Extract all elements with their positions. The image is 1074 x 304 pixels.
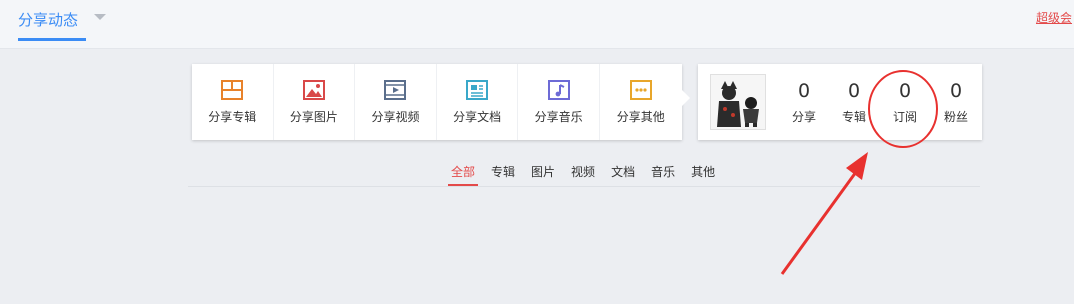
stat-fans-value: 0 xyxy=(949,80,963,102)
stat-fans-label: 粉丝 xyxy=(943,110,968,124)
share-picture-button[interactable]: 分享图片 xyxy=(274,64,356,140)
share-picture-label: 分享图片 xyxy=(289,109,338,124)
share-music-button[interactable]: 分享音乐 xyxy=(518,64,600,140)
stat-fans[interactable]: 0 粉丝 xyxy=(938,80,974,125)
filter-tab-videos[interactable]: 视频 xyxy=(568,160,598,184)
video-icon xyxy=(384,79,407,100)
album-icon xyxy=(221,79,244,100)
share-album-button[interactable]: 分享专辑 xyxy=(192,64,274,140)
share-actions-panel: 分享专辑 分享图片 分享视频 分享文档 分享音乐 分享其他 xyxy=(192,64,690,140)
profile-panel: 0 分享 0 专辑 0 订阅 0 粉丝 xyxy=(698,64,982,140)
stat-subscriptions[interactable]: 0 订阅 xyxy=(887,80,923,125)
filter-tab-albums[interactable]: 专辑 xyxy=(488,160,518,184)
more-icon xyxy=(629,79,652,100)
share-video-label: 分享视频 xyxy=(371,109,420,124)
share-album-label: 分享专辑 xyxy=(208,109,257,124)
stat-albums-label: 专辑 xyxy=(841,110,866,124)
share-video-button[interactable]: 分享视频 xyxy=(355,64,437,140)
filter-tab-documents[interactable]: 文档 xyxy=(608,160,638,184)
share-music-label: 分享音乐 xyxy=(534,109,583,124)
share-other-button[interactable]: 分享其他 xyxy=(600,64,682,140)
tab-share-feed[interactable]: 分享动态 xyxy=(18,0,86,41)
filter-tab-music[interactable]: 音乐 xyxy=(648,160,678,184)
annotation-arrow-shaft xyxy=(780,171,858,275)
stat-subscriptions-value: 0 xyxy=(898,80,912,102)
filter-divider xyxy=(188,186,980,187)
stat-shares-label: 分享 xyxy=(791,110,816,124)
document-icon xyxy=(466,79,489,100)
tab-share-feed-label: 分享动态 xyxy=(18,10,79,29)
filter-tab-other[interactable]: 其他 xyxy=(688,160,718,184)
avatar[interactable] xyxy=(710,74,766,130)
picture-icon xyxy=(302,79,325,100)
chevron-down-icon[interactable] xyxy=(94,14,106,20)
filter-tab-pictures[interactable]: 图片 xyxy=(528,160,558,184)
share-other-label: 分享其他 xyxy=(616,109,665,124)
stat-subscriptions-label: 订阅 xyxy=(892,110,917,124)
super-member-link[interactable]: 超级会 xyxy=(1036,9,1072,26)
stat-shares-value: 0 xyxy=(797,80,811,102)
music-icon xyxy=(547,79,570,100)
filter-tabs: 全部 专辑 图片 视频 文档 音乐 其他 xyxy=(448,160,728,188)
stat-albums[interactable]: 0 专辑 xyxy=(836,80,872,125)
filter-tab-all[interactable]: 全部 xyxy=(448,160,479,186)
stat-albums-value: 0 xyxy=(847,80,861,102)
avatar-illustration xyxy=(711,75,765,129)
share-document-label: 分享文档 xyxy=(453,109,502,124)
share-document-button[interactable]: 分享文档 xyxy=(437,64,519,140)
top-bar: 分享动态 超级会 xyxy=(0,0,1074,49)
annotation-arrow-head xyxy=(846,152,868,180)
stat-shares[interactable]: 0 分享 xyxy=(786,80,822,125)
